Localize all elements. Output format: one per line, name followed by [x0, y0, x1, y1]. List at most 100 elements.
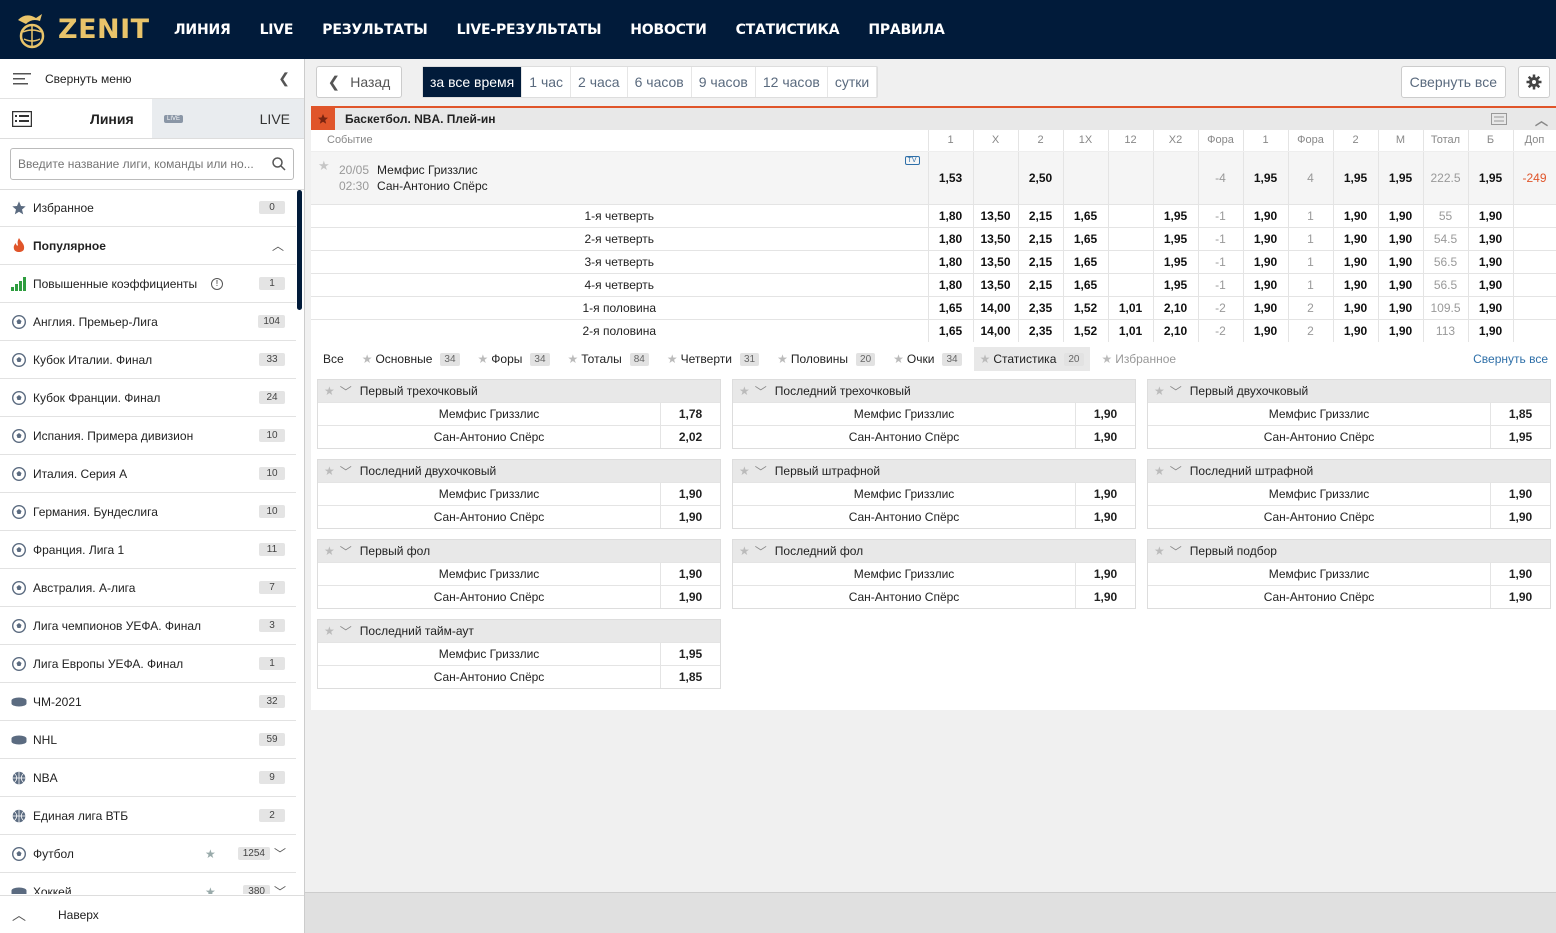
odds-cell[interactable]: 1,80 — [928, 272, 974, 296]
odds-cell[interactable]: 1,90 — [1378, 318, 1424, 342]
nav-live[interactable]: LIVE — [260, 22, 294, 38]
odds-cell[interactable]: -2 — [1198, 318, 1244, 342]
star-icon[interactable]: ★ — [1154, 544, 1165, 558]
star-icon[interactable]: ★ — [324, 624, 335, 638]
outcome-odds[interactable]: 2,02 — [661, 426, 720, 448]
star-icon[interactable]: ★ — [318, 158, 330, 174]
odds-cell[interactable]: 2,15 — [1018, 203, 1064, 227]
odds-cell[interactable]: 14,00 — [973, 295, 1019, 319]
sidebar-item[interactable]: Австралия. А-лига 7 — [0, 569, 296, 607]
odds-cell[interactable]: 1,52 — [1063, 318, 1109, 342]
chevron-down-icon[interactable]: ﹀ — [340, 623, 352, 640]
odds-cell[interactable]: 222.5 — [1423, 151, 1469, 204]
period-option[interactable]: 12 часов — [756, 67, 828, 97]
to-top-button[interactable]: ︿ Наверх — [0, 895, 304, 933]
sidebar-item[interactable]: Англия. Премьер-Лига 104 — [0, 303, 296, 341]
star-icon[interactable]: ★ — [324, 464, 335, 478]
info-icon[interactable]: ! — [211, 277, 223, 290]
sidebar-item[interactable]: NHL 59 — [0, 721, 296, 759]
odds-cell[interactable]: 1,01 — [1108, 295, 1154, 319]
odds-cell[interactable]: 2 — [1288, 295, 1334, 319]
filter-chip[interactable]: ★ Избранное — [1096, 347, 1183, 371]
odds-cell[interactable]: 1,90 — [1468, 295, 1514, 319]
odds-cell[interactable]: 1,90 — [1243, 203, 1289, 227]
outcome-odds[interactable]: 1,85 — [1491, 403, 1550, 425]
odds-cell[interactable]: 1 — [1288, 249, 1334, 273]
market-header[interactable]: ★ ﹀ Первый подбор — [1148, 540, 1550, 562]
outcome-odds[interactable]: 1,90 — [661, 563, 720, 585]
chevron-down-icon[interactable]: ﹀ — [1170, 383, 1182, 400]
odds-cell[interactable]: 1,90 — [1333, 272, 1379, 296]
odds-cell[interactable]: 113 — [1423, 318, 1469, 342]
odds-cell[interactable]: 1,53 — [928, 151, 974, 204]
period-option[interactable]: сутки — [828, 67, 878, 97]
league-header[interactable]: Баскетбол. NBA. Плей-ин ︿ — [311, 106, 1556, 130]
odds-cell[interactable]: 55 — [1423, 203, 1469, 227]
star-icon[interactable]: ★ — [1154, 384, 1165, 398]
odds-cell[interactable]: 2 — [1288, 318, 1334, 342]
odds-cell[interactable]: -1 — [1198, 249, 1244, 273]
outcome-odds[interactable]: 1,85 — [661, 666, 720, 688]
odds-cell[interactable]: 13,50 — [973, 226, 1019, 250]
odds-cell[interactable]: 1,95 — [1468, 151, 1514, 204]
odds-cell[interactable]: 1,90 — [1243, 226, 1289, 250]
odds-cell[interactable]: 1,90 — [1468, 249, 1514, 273]
outcome-odds[interactable]: 1,90 — [661, 586, 720, 608]
filter-chip[interactable]: ★ Очки 34 — [887, 347, 967, 371]
sidebar-item[interactable]: Лига Европы УЕФА. Финал 1 — [0, 645, 296, 683]
odds-cell[interactable]: 1,90 — [1333, 249, 1379, 273]
chevron-down-icon[interactable]: ﹀ — [274, 845, 286, 862]
outcome-odds[interactable]: 1,95 — [661, 643, 720, 665]
star-icon[interactable]: ★ — [739, 544, 750, 558]
odds-cell[interactable]: 1,95 — [1153, 249, 1199, 273]
outcome-odds[interactable]: 1,90 — [661, 506, 720, 528]
odds-cell[interactable]: -1 — [1198, 272, 1244, 296]
period-option[interactable]: 6 часов — [628, 67, 692, 97]
odds-cell[interactable]: 1,95 — [1333, 151, 1379, 204]
sidebar-item[interactable]: Единая лига ВТБ 2 — [0, 797, 296, 835]
odds-cell[interactable]: 2,35 — [1018, 295, 1064, 319]
chevron-up-icon[interactable]: ︿ — [272, 237, 284, 254]
outcome-odds[interactable]: 1,90 — [1076, 403, 1135, 425]
sidebar-item[interactable]: Популярное ︿ — [0, 227, 296, 265]
odds-cell[interactable]: 13,50 — [973, 249, 1019, 273]
odds-cell[interactable]: 1,90 — [1468, 272, 1514, 296]
odds-cell[interactable]: 54.5 — [1423, 226, 1469, 250]
market-header[interactable]: ★ ﹀ Первый трехочковый — [318, 380, 720, 402]
chevron-down-icon[interactable]: ﹀ — [755, 463, 767, 480]
nav-statistics[interactable]: СТАТИСТИКА — [736, 22, 840, 38]
odds-cell[interactable]: 56.5 — [1423, 249, 1469, 273]
odds-cell[interactable]: 13,50 — [973, 203, 1019, 227]
odds-cell[interactable]: 1,90 — [1378, 203, 1424, 227]
sidebar-item[interactable]: Избранное 0 — [0, 189, 296, 227]
chevron-down-icon[interactable]: ﹀ — [1170, 463, 1182, 480]
odds-cell[interactable]: 1,90 — [1243, 249, 1289, 273]
chevron-down-icon[interactable]: ﹀ — [274, 883, 286, 894]
odds-cell[interactable]: 1,65 — [1063, 272, 1109, 296]
sidebar-item[interactable]: Германия. Бундеслига 10 — [0, 493, 296, 531]
market-header[interactable]: ★ ﹀ Первый двухочковый — [1148, 380, 1550, 402]
nav-results[interactable]: РЕЗУЛЬТАТЫ — [322, 22, 428, 38]
star-icon[interactable]: ★ — [205, 847, 216, 861]
star-icon[interactable]: ★ — [1154, 464, 1165, 478]
outcome-odds[interactable]: 1,90 — [1491, 506, 1550, 528]
sidebar-item[interactable]: Лига чемпионов УЕФА. Финал 3 — [0, 607, 296, 645]
odds-cell[interactable]: 1,90 — [1468, 226, 1514, 250]
period-option[interactable]: за все время — [423, 67, 523, 97]
sidebar-item[interactable]: Кубок Италии. Финал 33 — [0, 341, 296, 379]
chevron-down-icon[interactable]: ﹀ — [755, 543, 767, 560]
away-team[interactable]: Сан-Антонио Спёрс — [377, 179, 488, 193]
odds-cell[interactable]: 1,90 — [1243, 295, 1289, 319]
search-input[interactable] — [11, 149, 293, 179]
odds-cell[interactable]: 1,80 — [928, 249, 974, 273]
chevron-up-icon[interactable]: ︿ — [1535, 110, 1548, 129]
sidebar-item[interactable]: Кубок Франции. Финал 24 — [0, 379, 296, 417]
outcome-odds[interactable]: 1,90 — [1076, 506, 1135, 528]
star-icon[interactable]: ★ — [324, 544, 335, 558]
filter-chip[interactable]: Все — [317, 347, 350, 371]
list-view-icon[interactable] — [1490, 113, 1507, 125]
outcome-odds[interactable]: 1,90 — [1076, 586, 1135, 608]
outcome-odds[interactable]: 1,95 — [1491, 426, 1550, 448]
filter-chip[interactable]: ★ Форы 34 — [472, 347, 556, 371]
tab-line[interactable]: Линия — [0, 99, 152, 138]
